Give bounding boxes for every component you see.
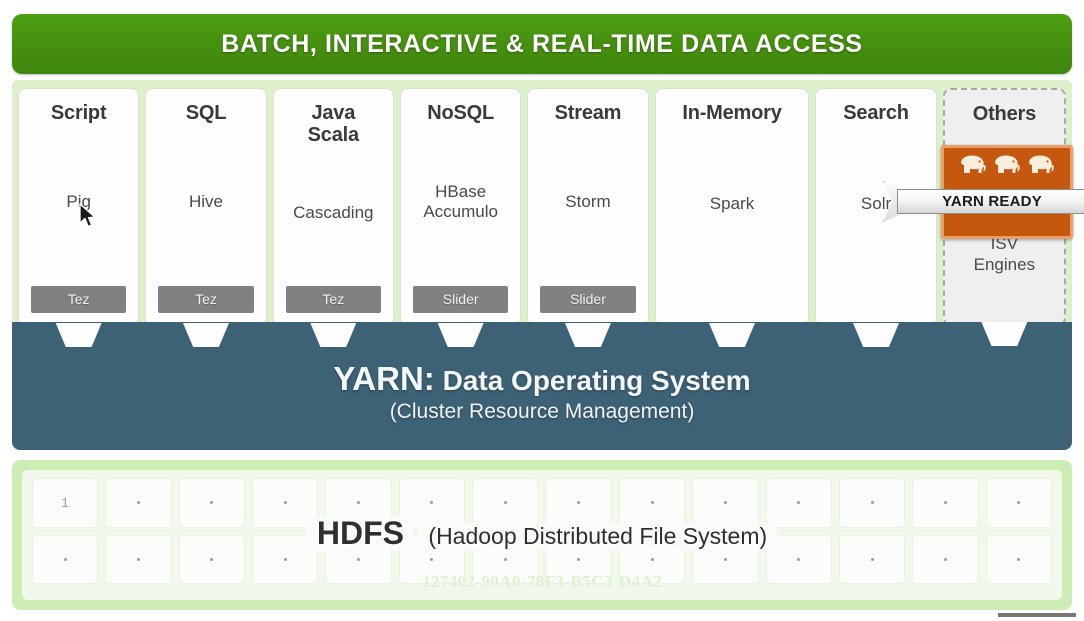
engine-chip-tez[interactable]: Tez [285, 286, 382, 313]
hdfs-storage-tile [985, 478, 1052, 528]
hdfs-storage-tile [325, 534, 392, 584]
hdfs-storage-tile [912, 478, 979, 528]
engine-column-title: Stream [554, 102, 622, 124]
hdfs-storage-tile [325, 478, 392, 528]
hdfs-storage-tile [985, 534, 1052, 584]
tile-dot-icon [503, 501, 507, 505]
engine-chip-tez[interactable]: Tez [30, 286, 127, 313]
hdfs-storage-tile [105, 534, 172, 584]
hdfs-storage-tile [178, 534, 246, 584]
tile-dot-icon [723, 557, 727, 561]
engine-column-sql[interactable]: SQL Hive Tez [145, 88, 267, 347]
hdfs-storage-tile [838, 478, 906, 528]
tile-dot-icon [503, 557, 507, 561]
engine-column-in-memory[interactable]: In-Memory Spark [654, 88, 810, 347]
engine-column-title: In-Memory [682, 102, 782, 124]
tile-dot-icon [650, 501, 654, 505]
engine-column-stream[interactable]: Stream Storm Slider [527, 88, 649, 347]
engine-chip-tez[interactable]: Tez [158, 286, 254, 313]
hdfs-storage-tile: 1 [32, 478, 99, 528]
header-banner: BATCH, INTERACTIVE & REAL-TIME DATA ACCE… [12, 14, 1072, 74]
hdfs-storage-tile [838, 534, 906, 584]
engine-column-title: Script [50, 102, 107, 124]
engine-column-engine-name: Cascading [293, 202, 374, 222]
tile-dot-icon [797, 501, 801, 505]
yarn-band: YARN: Data Operating System (Cluster Res… [12, 322, 1072, 450]
hdfs-storage-tile [765, 534, 832, 584]
hdfs-storage-tile [32, 534, 99, 584]
engine-chip-slider[interactable]: Slider [540, 286, 636, 313]
engine-column-title: NoSQL [427, 102, 495, 124]
hdfs-storage-tile [545, 478, 612, 528]
hdfs-storage-tile [398, 478, 466, 528]
engine-column-java-scala[interactable]: Java Scala Cascading Tez [272, 88, 394, 347]
diagram-canvas: BATCH, INTERACTIVE & REAL-TIME DATA ACCE… [0, 0, 1084, 621]
engine-column-title: Others [972, 103, 1036, 125]
tile-dot-icon [357, 557, 361, 561]
tile-dot-icon [1017, 501, 1021, 505]
hdfs-storage-tile [105, 478, 172, 528]
hdfs-band: 1 HDFS (Hadoop Distributed File System) … [12, 460, 1072, 610]
engine-column-nosql[interactable]: NoSQL HBase Accumulo Slider [399, 88, 522, 347]
engine-column-engine-name: Pig [66, 192, 91, 212]
watermark-text: 127402-90A0-78F3-B5C3-D4A2 [422, 572, 662, 591]
tile-dot-icon [870, 557, 874, 561]
engine-column-engine-name: Spark [709, 194, 755, 214]
yarn-title-rest: Data Operating System [434, 365, 751, 396]
engine-column-engine-name: HBase Accumulo [423, 181, 498, 222]
engine-column-title: SQL [185, 102, 227, 124]
yarn-ready-label: YARN READY [942, 193, 1042, 210]
hdfs-storage-tile [618, 478, 686, 528]
elephant-icon [995, 155, 1020, 173]
tile-dot-icon [650, 557, 654, 561]
hdfs-inner: 1 HDFS (Hadoop Distributed File System) … [22, 470, 1062, 600]
tile-dot-icon [943, 557, 947, 561]
elephant-icon [961, 155, 986, 173]
elephant-icon [1029, 155, 1054, 173]
tile-dot-icon [430, 501, 434, 505]
tile-dot-icon [63, 557, 67, 561]
engine-column-title: Java Scala [307, 102, 359, 146]
hdfs-storage-tile [178, 478, 246, 528]
tile-dot-icon [723, 501, 727, 505]
yarn-title-strong: YARN: [333, 360, 435, 397]
tile-dot-icon [870, 501, 874, 505]
tile-dot-icon [137, 501, 141, 505]
tile-dot-icon [943, 501, 947, 505]
engine-column-engine-name: Hive [188, 192, 223, 212]
hdfs-storage-tile [912, 534, 979, 584]
tile-dot-icon [137, 557, 141, 561]
engine-column-title: Search [843, 102, 909, 124]
engine-chip-slider[interactable]: Slider [412, 286, 509, 313]
yarn-subtitle: (Cluster Resource Management) [389, 400, 695, 423]
tile-dot-icon [283, 501, 287, 505]
yarn-title: YARN: Data Operating System [333, 360, 750, 398]
hdfs-storage-tile [692, 478, 759, 528]
tile-dot-icon [430, 557, 434, 561]
corner-artifact [998, 613, 1076, 617]
tile-dot-icon [210, 501, 214, 505]
engine-column-engine-name: Storm [565, 192, 611, 212]
tile-dot-icon [210, 557, 214, 561]
hdfs-storage-tile [692, 534, 759, 584]
yarn-ready-ribbon: YARN READY [897, 189, 1084, 214]
hdfs-storage-tile [472, 478, 539, 528]
hdfs-storage-tile [252, 534, 319, 584]
header-title: BATCH, INTERACTIVE & REAL-TIME DATA ACCE… [221, 29, 863, 58]
tile-dot-icon [577, 557, 581, 561]
tile-dot-icon [577, 501, 581, 505]
hdfs-storage-tile [252, 478, 319, 528]
yarn-ready-badge: YARN READY [883, 145, 1084, 239]
tile-dot-icon [797, 557, 801, 561]
elephant-icon-group [941, 152, 1073, 176]
tile-dot-icon [1017, 557, 1021, 561]
engine-column-script[interactable]: Script Pig Tez [18, 88, 140, 347]
tile-dot-icon [357, 501, 361, 505]
hdfs-storage-tile [765, 478, 832, 528]
tile-dot-icon [283, 557, 287, 561]
